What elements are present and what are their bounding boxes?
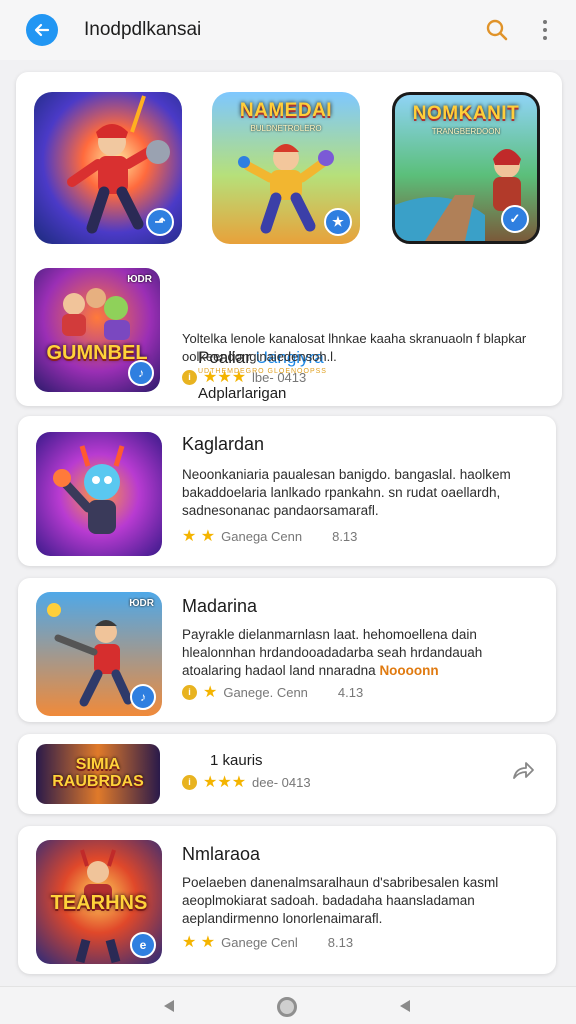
star-icon: ★★★ — [203, 774, 247, 791]
rating-count: 8.13 — [332, 528, 358, 544]
nav-back-icon[interactable] — [162, 999, 176, 1013]
list-item-thumb[interactable]: TEARHNS e — [36, 840, 162, 964]
list-item-title: Madarina — [182, 596, 258, 616]
featured-thumb-1[interactable]: ⬏ — [34, 92, 182, 244]
description-accent: Noooonn — [379, 663, 439, 678]
list-item[interactable]: TEARHNS e Nmlaraoa Poelaeben danenalmsar… — [18, 826, 556, 974]
list-item-description: Payrakle dielanmarnlasn laat. hehomoelle… — [182, 626, 536, 680]
star-icon: ★★★ — [203, 369, 247, 386]
badge-icon: ♪ — [128, 360, 154, 386]
rating-text: Ganege. Cenn — [223, 684, 308, 700]
rating-count: 8.13 — [327, 934, 354, 950]
badge-icon: e — [130, 932, 156, 958]
rating-text: dee- 0413 — [252, 774, 311, 790]
search-button[interactable] — [484, 17, 510, 43]
system-navigation-bar — [0, 986, 576, 1024]
more-vertical-icon — [543, 20, 547, 24]
badge-icon: ★ — [324, 208, 352, 236]
star-icon: ★ — [203, 684, 218, 701]
star-icon: ★ ★ — [182, 528, 216, 545]
featured-thumb-2[interactable]: NAMEDAI BULDNETROLERO ★ — [212, 92, 360, 244]
featured-description: Yoltelka lenole kanalosat lhnkae kaaha s… — [182, 331, 527, 364]
back-button[interactable] — [26, 14, 58, 46]
badge-icon: ♪ — [130, 684, 156, 710]
list-item-title: Kaglardan — [182, 434, 265, 454]
coin-icon: i — [182, 774, 197, 790]
list-item-title: 1 kauris — [210, 752, 263, 769]
featured-thumb-3[interactable]: NOMKANIT TRANGBERDOON ✓ — [392, 92, 540, 244]
featured-rating: i ★★★ lbe- 0413 — [182, 367, 306, 387]
share-icon — [513, 762, 534, 779]
list-item-thumb[interactable]: SIMIA RAUBRDAS — [36, 744, 160, 804]
top-app-bar: Inodpdlkansai — [0, 0, 576, 60]
list-item-thumb[interactable] — [36, 432, 162, 556]
list-item[interactable]: Kaglardan Neoonkaniaria paualesan banigd… — [18, 416, 556, 566]
list-item-description: Poelaeben danenalmsaralhaun d'sabribesal… — [182, 875, 499, 926]
badge-icon: ⬏ — [146, 208, 174, 236]
page-title: Inodpdlkansai — [84, 19, 202, 40]
rating-count: 4.13 — [337, 684, 364, 700]
list-item[interactable]: SIMIA RAUBRDAS 1 kauris i ★★★ dee- 0413 — [18, 734, 556, 814]
featured-card[interactable]: ⬏ NAMEDAI BULDNETROLERO ★ NOMKANIT TRANG… — [16, 72, 562, 406]
list-item[interactable]: ЮDR ♪ Madarina Payrakle dielanmarnlasn l… — [18, 578, 556, 722]
thumb-title: SIMIA RAUBRDAS — [52, 756, 144, 790]
star-icon: ★ ★ — [182, 934, 216, 951]
nav-recent-icon[interactable] — [398, 999, 412, 1013]
nav-home-icon[interactable] — [277, 997, 297, 1017]
list-item-thumb[interactable]: ЮDR ♪ — [36, 592, 162, 716]
list-item-rating: i ★ Ganege. Cenn 4.13 — [182, 682, 363, 702]
badge-icon: ✓ — [501, 205, 529, 233]
featured-heading: Adplarlarigan — [198, 385, 287, 402]
coin-icon: i — [182, 369, 197, 385]
list-item-rating: ★ ★ Ganege Cenl 8.13 — [182, 932, 353, 952]
rating-text: Ganege Cenl — [221, 934, 298, 950]
arrow-left-icon — [34, 23, 50, 37]
game-character-image — [53, 445, 125, 534]
rating-text: Ganega Cenn — [221, 528, 303, 544]
list-item-description: Neoonkaniaria paualesan banigdo. bangasl… — [182, 467, 511, 518]
rating-text: lbe- 0413 — [252, 369, 307, 385]
coin-icon: i — [182, 684, 197, 700]
list-item-title: Nmlaraoa — [182, 844, 261, 864]
list-item-rating: i ★★★ dee- 0413 — [182, 772, 311, 792]
thumb-title: TEARHNS — [50, 892, 148, 914]
share-button[interactable] — [510, 758, 536, 784]
search-icon — [486, 19, 508, 41]
featured-item-thumb[interactable]: ЮDR GUMNBEL ♪ — [34, 268, 160, 392]
list-item-rating: ★ ★ Ganega Cenn 8.13 — [182, 526, 357, 546]
more-options-button[interactable] — [534, 16, 556, 44]
